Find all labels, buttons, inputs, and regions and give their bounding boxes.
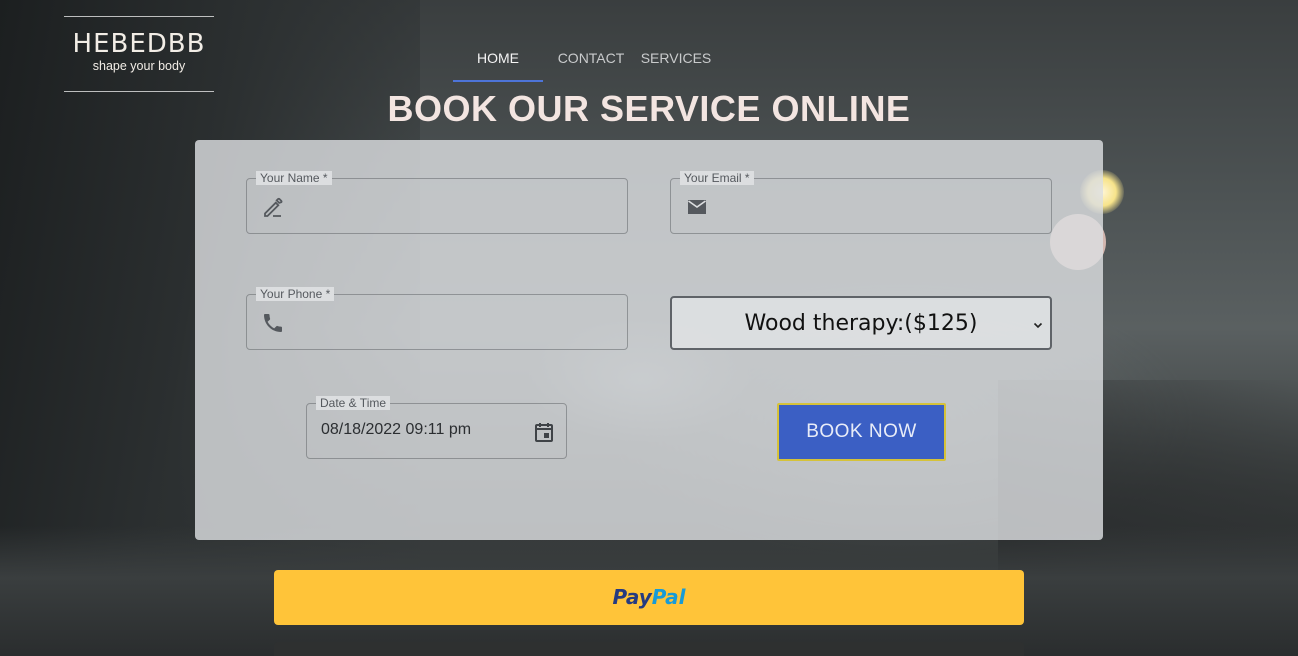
page-title: BOOK OUR SERVICE ONLINE — [387, 88, 911, 129]
phone-field: Your Phone * — [246, 287, 628, 350]
phone-icon — [261, 311, 285, 335]
datetime-field[interactable]: Date & Time 08/18/2022 09:11 pm — [306, 396, 567, 459]
email-field-label: Your Email * — [680, 171, 754, 185]
name-field-label: Your Name * — [256, 171, 332, 185]
chevron-down-icon — [1032, 318, 1044, 330]
pencil-icon — [261, 195, 285, 219]
phone-field-label: Your Phone * — [256, 287, 335, 301]
nav-item-contact[interactable]: CONTACT — [543, 40, 639, 82]
brand-tagline: shape your body — [92, 59, 186, 73]
name-input[interactable] — [297, 193, 615, 221]
service-select-value: Wood therapy:($125) — [744, 311, 978, 336]
phone-input[interactable] — [297, 309, 615, 337]
service-select[interactable]: Wood therapy:($125) — [670, 296, 1052, 350]
datetime-field-label: Date & Time — [316, 396, 391, 410]
name-field: Your Name * — [246, 171, 628, 234]
paypal-logo-pay: Pay — [612, 585, 652, 609]
nav-item-home[interactable]: HOME — [453, 40, 543, 82]
paypal-logo: PayPal — [612, 585, 685, 609]
brand-name: HEBEDBB — [72, 29, 206, 59]
datetime-value: 08/18/2022 09:11 pm — [321, 421, 472, 438]
main-nav: HOME CONTACT SERVICES — [453, 40, 713, 82]
paypal-logo-pal: Pal — [651, 585, 686, 609]
booking-form-panel: Your Name * Your Email * Your Phone * Wo… — [195, 140, 1103, 540]
paypal-button[interactable]: PayPal — [274, 570, 1024, 625]
nav-item-services[interactable]: SERVICES — [639, 40, 713, 82]
mail-icon — [685, 195, 709, 219]
calendar-icon[interactable] — [532, 420, 556, 444]
secondary-payment-button[interactable] — [274, 642, 1024, 656]
brand-logo[interactable]: HEBEDBB shape your body — [64, 16, 214, 92]
email-field: Your Email * — [670, 171, 1052, 234]
email-input[interactable] — [721, 193, 1039, 221]
book-now-button[interactable]: BOOK NOW — [777, 403, 946, 461]
